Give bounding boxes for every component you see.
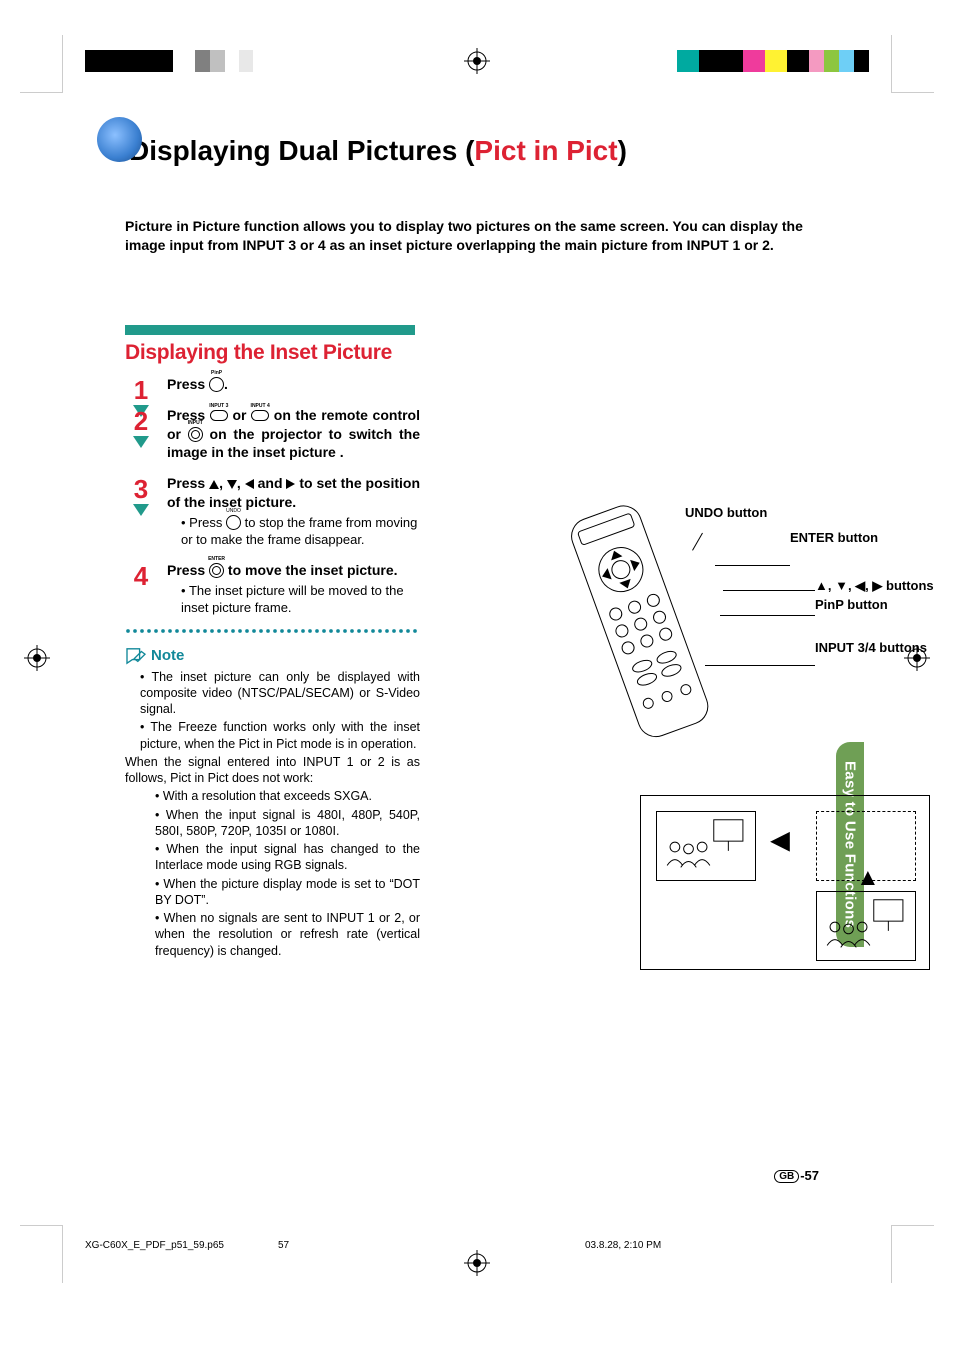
step-arrow-icon — [133, 504, 149, 516]
note-label: Note — [151, 647, 184, 664]
callout-arrows: ▲, ▼, ◀, ▶ buttons — [815, 578, 934, 594]
callout-undo: UNDO button — [685, 505, 767, 520]
footer-date: 03.8.28, 2:10 PM — [585, 1240, 661, 1251]
footer-file: XG-C60X_E_PDF_p51_59.p65 — [85, 1240, 224, 1251]
left-arrow-icon — [245, 479, 254, 489]
undo-button-icon: UNDO — [226, 515, 241, 530]
registration-mark-left — [24, 645, 50, 671]
enter-button-icon: ENTER — [209, 563, 224, 578]
step-arrow-icon — [133, 436, 149, 448]
step-3: 3 Press , , and to set the position of t… — [125, 474, 420, 549]
down-arrow-icon — [227, 480, 237, 489]
note-body: • The inset picture can only be displaye… — [125, 669, 420, 959]
callout-input34: INPUT 3/4 buttons — [815, 640, 927, 655]
step-number: 4 — [125, 561, 157, 592]
registration-mark-bottom — [464, 1250, 490, 1276]
remote-illustration — [545, 495, 745, 765]
page-number: GB-57 — [774, 1168, 819, 1183]
step-number: 3 — [125, 474, 157, 505]
footer-page: 57 — [278, 1240, 289, 1251]
pip-arrow-left-icon: ◀ — [771, 826, 789, 855]
step-4: 4 Press ENTER to move the inset picture.… — [125, 561, 420, 617]
pip-diagram: ◀ ▲ — [640, 795, 930, 970]
printer-bar-right — [677, 50, 869, 72]
gb-badge: GB — [774, 1170, 799, 1183]
printer-bar-left — [85, 50, 267, 72]
footer-meta: XG-C60X_E_PDF_p51_59.p65 57 03.8.28, 2:1… — [85, 1240, 869, 1251]
people-icon — [657, 812, 755, 880]
heading-ornament — [97, 117, 142, 162]
intro-paragraph: Picture in Picture function allows you t… — [125, 217, 825, 255]
title-prefix: Displaying Dual Pictures ( — [129, 135, 474, 166]
up-arrow-icon — [209, 480, 219, 489]
pip-arrow-up-icon: ▲ — [856, 864, 880, 892]
callout-enter: ENTER button — [790, 530, 878, 545]
input-projector-button-icon: INPUT — [188, 427, 203, 442]
note-icon — [125, 647, 147, 665]
registration-mark-top — [464, 48, 490, 74]
step-separator — [125, 629, 418, 633]
page-title: Displaying Dual Pictures (Pict in Pict) — [125, 135, 825, 167]
section-bar — [125, 325, 415, 335]
note-header: Note — [125, 647, 420, 665]
step-1: 1 Press PinP. — [125, 375, 420, 394]
title-suffix: ) — [618, 135, 627, 166]
section-heading: Displaying the Inset Picture — [125, 341, 825, 365]
people-icon — [817, 892, 915, 960]
title-highlight: Pict in Pict — [474, 135, 617, 166]
input4-button-icon: INPUT 4 — [251, 410, 269, 421]
step-number: 2 — [125, 406, 157, 437]
step-number: 1 — [125, 375, 157, 406]
remote-diagram: UNDO button ENTER button ▲, ▼, ◀, ▶ butt… — [585, 505, 945, 775]
pinp-button-icon: PinP — [209, 377, 224, 392]
callout-pinp: PinP button — [815, 597, 888, 612]
step-2: 2 Press INPUT 3 or INPUT 4 on the remote… — [125, 406, 420, 463]
input3-button-icon: INPUT 3 — [210, 410, 228, 421]
